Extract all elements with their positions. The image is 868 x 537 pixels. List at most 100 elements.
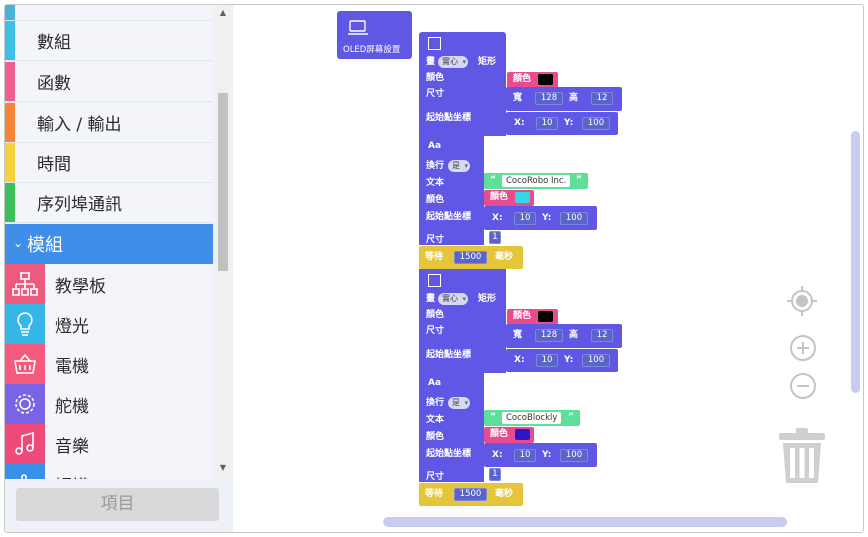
items-button[interactable]: 項目: [16, 488, 219, 521]
category-item-partial[interactable]: [5, 5, 213, 21]
wait-block[interactable]: 等待 1500 毫秒: [419, 483, 523, 506]
origin-input-block[interactable]: X: 10 Y: 100: [484, 443, 597, 467]
width-label: 寬: [513, 330, 523, 340]
scroll-down-arrow-icon[interactable]: ▼: [218, 463, 228, 473]
wrap-dropdown[interactable]: 是: [448, 160, 470, 172]
origin-input-block[interactable]: X: 10 Y: 100: [506, 349, 618, 372]
color-label: 顏色: [426, 432, 445, 442]
oled-setup-block[interactable]: OLED屏幕設置: [337, 11, 412, 59]
size-input-block[interactable]: 寬 128 高 12: [506, 87, 622, 111]
category-color-bar: [5, 183, 15, 222]
color-swatch[interactable]: [538, 74, 553, 85]
string-block[interactable]: “ CocoBlockly ”: [484, 410, 580, 426]
size-field[interactable]: 1: [489, 468, 501, 481]
fill-mode-dropdown[interactable]: 實心: [438, 293, 468, 305]
toolbox-scrollbar-thumb[interactable]: [218, 93, 228, 271]
color-chip-block[interactable]: 顏色: [484, 190, 534, 206]
draw-label: 畫: [426, 57, 436, 67]
x-field[interactable]: 10: [514, 212, 536, 225]
wrap-dropdown[interactable]: 是: [448, 397, 470, 409]
module-item-light[interactable]: 燈光: [5, 304, 213, 344]
color-chip-block[interactable]: 顏色: [507, 72, 558, 88]
workspace-vertical-scrollbar[interactable]: [851, 131, 860, 393]
module-item-servo[interactable]: 舵機: [5, 384, 213, 424]
module-label: 舵機: [55, 397, 89, 417]
x-label: X:: [492, 450, 503, 460]
category-item-time[interactable]: 時間: [5, 143, 213, 183]
draw-text-block[interactable]: Aa 換行 是 文本 顏色 起始點坐標 尺寸: [419, 136, 484, 245]
module-item-touch[interactable]: 觸摸: [5, 464, 213, 479]
y-field[interactable]: 100: [582, 354, 610, 367]
color-swatch[interactable]: [515, 429, 530, 440]
toolbox-scrollbar[interactable]: ▲ ▼: [216, 5, 230, 479]
text-value-field[interactable]: CocoRobo Inc.: [502, 175, 571, 187]
wait-ms-field[interactable]: 1500: [454, 251, 487, 264]
category-item-array[interactable]: 數組: [5, 21, 213, 61]
height-field[interactable]: 12: [591, 329, 613, 342]
blockly-workspace[interactable]: OLED屏幕設置 畫 實心 矩形 顏色 尺寸 起始點坐標 顏色 寬 128 高 …: [233, 5, 863, 532]
category-label: 序列埠通訊: [37, 195, 122, 215]
wait-unit-label: 毫秒: [495, 489, 514, 499]
color-chip-block[interactable]: 顏色: [484, 427, 534, 443]
category-item-function[interactable]: 函數: [5, 62, 213, 102]
module-label: 燈光: [55, 317, 89, 337]
wrap-label: 換行: [426, 161, 445, 171]
scroll-up-arrow-icon[interactable]: ▲: [218, 8, 228, 18]
x-field[interactable]: 10: [536, 354, 558, 367]
color-swatch[interactable]: [515, 192, 530, 203]
origin-input-block[interactable]: X: 10 Y: 100: [506, 112, 618, 135]
category-item-serial[interactable]: 序列埠通訊: [5, 183, 213, 223]
color-swatch[interactable]: [538, 311, 553, 322]
height-label: 高: [569, 330, 579, 340]
fill-mode-dropdown[interactable]: 實心: [438, 56, 468, 68]
height-label: 高: [569, 93, 579, 103]
text-label: 文本: [426, 415, 445, 425]
width-field[interactable]: 128: [535, 329, 563, 342]
y-field[interactable]: 100: [560, 212, 588, 225]
minus-icon[interactable]: [789, 372, 817, 400]
origin-input-block[interactable]: X: 10 Y: 100: [484, 206, 597, 230]
module-item-music[interactable]: 音樂: [5, 424, 213, 464]
workspace-horizontal-scrollbar[interactable]: [383, 517, 787, 527]
color-label: 顏色: [426, 310, 445, 320]
module-item-board[interactable]: 教學板: [5, 264, 213, 304]
plus-icon[interactable]: [789, 334, 817, 362]
y-label: Y:: [542, 213, 552, 223]
quote-open-icon: “: [490, 175, 496, 185]
draw-rect-block[interactable]: 畫 實心 矩形 顏色 尺寸 起始點坐標: [419, 32, 506, 136]
category-label: 模組: [27, 235, 63, 256]
x-label: X:: [514, 355, 525, 365]
category-item-modules[interactable]: ⌄ 模組: [5, 224, 213, 264]
servo-icon: [5, 384, 45, 424]
width-field[interactable]: 128: [535, 92, 563, 105]
size-input-block[interactable]: 寬 128 高 12: [506, 324, 622, 348]
shape-label: 矩形: [478, 294, 497, 304]
color-chip-block[interactable]: 顏色: [507, 309, 558, 325]
chevron-down-icon: ⌄: [13, 236, 24, 250]
height-field[interactable]: 12: [591, 92, 613, 105]
y-label: Y:: [542, 450, 552, 460]
category-color-bar: [5, 103, 15, 142]
draw-text-block[interactable]: Aa 換行 是 文本 顏色 起始點坐標 尺寸: [419, 373, 484, 482]
x-field[interactable]: 10: [536, 117, 558, 130]
target-icon[interactable]: [785, 284, 819, 318]
draw-rect-block[interactable]: 畫 實心 矩形 顏色 尺寸 起始點坐標: [419, 269, 506, 373]
category-color-bar: [5, 21, 15, 60]
category-label: 時間: [37, 155, 71, 175]
text-value-field[interactable]: CocoBlockly: [502, 412, 562, 424]
size-field[interactable]: 1: [489, 231, 501, 244]
wait-ms-field[interactable]: 1500: [454, 488, 487, 501]
trash-icon[interactable]: [777, 428, 827, 486]
string-block[interactable]: “ CocoRobo Inc. ”: [484, 173, 588, 189]
module-item-motor[interactable]: 電機: [5, 344, 213, 384]
category-item-io[interactable]: 輸入 / 輸出: [5, 103, 213, 143]
origin-label: 起始點坐標: [426, 212, 472, 222]
y-field[interactable]: 100: [560, 449, 588, 462]
text-header-label: Aa: [428, 141, 442, 151]
bulb-icon: [5, 304, 45, 344]
x-field[interactable]: 10: [514, 449, 536, 462]
y-field[interactable]: 100: [582, 117, 610, 130]
wait-block[interactable]: 等待 1500 毫秒: [419, 246, 523, 269]
draw-label: 畫: [426, 294, 436, 304]
text-header-label: Aa: [428, 378, 442, 388]
